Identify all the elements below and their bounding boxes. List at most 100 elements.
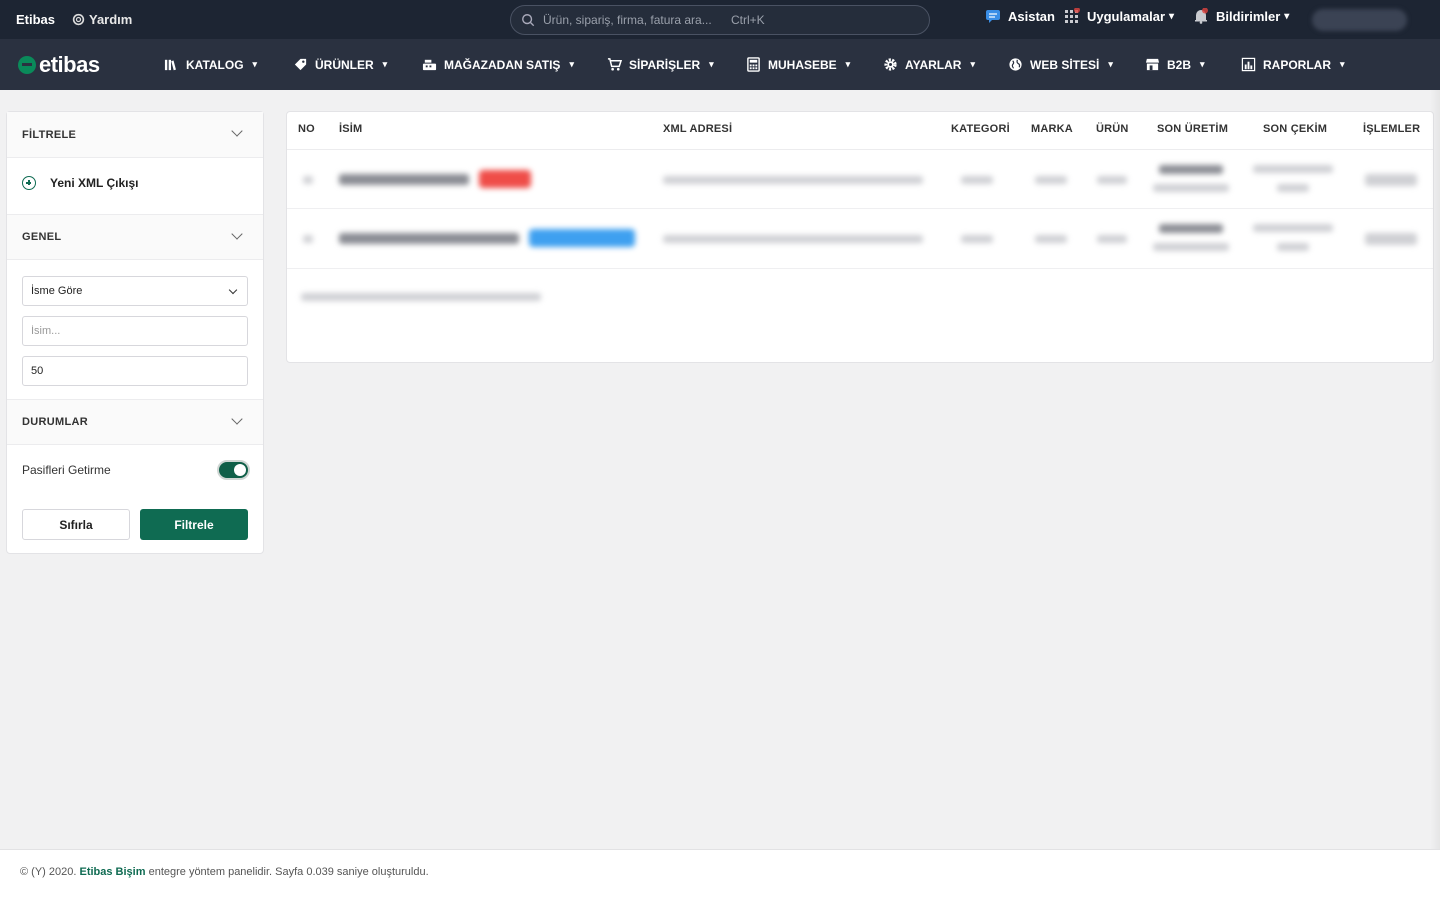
- limit-input[interactable]: [22, 356, 248, 386]
- lifebuoy-icon: [72, 13, 85, 26]
- nav-urunler[interactable]: ÜRÜNLER ▾: [293, 57, 387, 72]
- nav-katalog[interactable]: KATALOG ▾: [164, 57, 257, 72]
- chevron-down-icon: [231, 413, 243, 425]
- row-last-generation-sub: [1153, 184, 1229, 192]
- brand-link[interactable]: Etibas: [16, 12, 55, 27]
- exclude-passive-toggle[interactable]: [217, 460, 250, 480]
- chevron-down-icon: ▾: [1169, 10, 1175, 22]
- books-icon: [164, 59, 176, 71]
- search-input[interactable]: [543, 13, 743, 27]
- chevron-down-icon: [231, 228, 243, 240]
- globe-icon: [1009, 58, 1022, 71]
- filter-button[interactable]: Filtrele: [140, 509, 248, 540]
- chevron-down-icon: [228, 285, 238, 295]
- chevron-down-icon: ▾: [709, 59, 714, 69]
- apps-menu[interactable]: Uygulamalar ▾: [1064, 8, 1174, 24]
- chevron-down-icon: ▾: [1200, 59, 1205, 69]
- nav-siparisler[interactable]: SİPARİŞLER ▾: [607, 57, 714, 72]
- nav-b2b[interactable]: B2B ▾: [1145, 57, 1205, 72]
- chevron-down-icon: ▾: [569, 59, 574, 69]
- column-header-name[interactable]: İSİM: [339, 123, 362, 135]
- footer-text: © (Y) 2020. Etibas Bişim entegre yöntem …: [20, 866, 429, 878]
- search-shortcut: Ctrl+K: [731, 13, 765, 27]
- search-icon: [522, 14, 535, 27]
- logo-text: etibas: [39, 52, 100, 77]
- user-menu[interactable]: [1312, 9, 1407, 31]
- plus-circle-icon: [22, 176, 36, 190]
- column-header-xml[interactable]: XML ADRESİ: [663, 123, 732, 135]
- tag-icon: [294, 58, 307, 71]
- row-xml-url[interactable]: [663, 235, 923, 243]
- logo-mark-icon: [18, 56, 36, 74]
- nav-label: AYARLAR: [905, 57, 962, 72]
- nav-raporlar[interactable]: RAPORLAR ▾: [1241, 57, 1345, 72]
- filter-section-header[interactable]: FİLTRELE: [7, 112, 263, 158]
- row-xml-url[interactable]: [663, 176, 923, 184]
- global-search[interactable]: Ctrl+K: [510, 5, 930, 35]
- top-bar: Etibas Yardım Ctrl+K Asistan Uygulamalar…: [0, 0, 1440, 39]
- row-number: [303, 176, 313, 184]
- footer: © (Y) 2020. Etibas Bişim entegre yöntem …: [0, 850, 1440, 900]
- row-last-fetch: [1253, 165, 1333, 173]
- asistan-button[interactable]: Asistan: [985, 8, 1055, 24]
- row-category: [961, 235, 993, 243]
- new-xml-output-button[interactable]: Yeni XML Çıkışı: [22, 176, 138, 190]
- logo[interactable]: etibas: [18, 52, 100, 78]
- chevron-down-icon: [231, 125, 243, 137]
- help-label: Yardım: [89, 12, 133, 27]
- new-xml-label: Yeni XML Çıkışı: [50, 176, 139, 190]
- exclude-passive-label: Pasifleri Getirme: [22, 463, 111, 477]
- chevron-down-icon: ▾: [1284, 10, 1290, 22]
- store-icon: [1145, 58, 1160, 71]
- footer-company-link[interactable]: Etibas Bişim: [79, 866, 145, 878]
- column-header-last-fetch[interactable]: SON ÇEKİM: [1263, 123, 1327, 135]
- column-header-category[interactable]: KATEGORİ: [951, 123, 1010, 135]
- chevron-down-icon: ▾: [382, 59, 388, 69]
- nav-magazadan-satis[interactable]: MAĞAZADAN SATIŞ ▾: [422, 57, 574, 72]
- row-name[interactable]: [339, 233, 519, 244]
- table-header-divider: [287, 149, 1433, 150]
- status-badge: [529, 229, 635, 247]
- row-name[interactable]: [339, 174, 469, 185]
- column-header-product[interactable]: ÜRÜN: [1096, 123, 1129, 135]
- notifications-menu[interactable]: Bildirimler ▾: [1193, 8, 1289, 24]
- chevron-down-icon: ▾: [970, 59, 975, 69]
- chart-icon: [1241, 57, 1256, 72]
- page-edge-shadow: [1430, 90, 1440, 900]
- pagination-info: [301, 293, 541, 301]
- cart-icon: [607, 58, 622, 71]
- filter-title: FİLTRELE: [22, 128, 77, 141]
- nav-ayarlar[interactable]: AYARLAR ▾: [883, 57, 975, 72]
- nav-web-sitesi[interactable]: WEB SİTESİ ▾: [1008, 57, 1113, 72]
- column-header-actions[interactable]: İŞLEMLER: [1363, 123, 1420, 135]
- calculator-icon: [747, 57, 760, 72]
- column-header-brand[interactable]: MARKA: [1031, 123, 1073, 135]
- chat-icon: [986, 10, 1000, 23]
- nav-muhasebe[interactable]: MUHASEBE ▾: [746, 57, 850, 72]
- row-last-fetch: [1253, 224, 1333, 232]
- statuses-section-header[interactable]: DURUMLAR: [7, 399, 263, 445]
- sort-select[interactable]: İsme Göre: [22, 276, 248, 306]
- help-link[interactable]: Yardım: [72, 12, 132, 27]
- chevron-down-icon: ▾: [252, 59, 258, 69]
- chevron-down-icon: ▾: [1108, 59, 1113, 69]
- name-filter-input[interactable]: [22, 316, 248, 346]
- reset-button[interactable]: Sıfırla: [22, 509, 130, 540]
- gear-icon: [884, 58, 897, 71]
- nav-label: B2B: [1167, 57, 1192, 72]
- general-section-header[interactable]: GENEL: [7, 214, 263, 260]
- chevron-down-icon: ▾: [1340, 59, 1345, 69]
- status-badge: [479, 170, 531, 188]
- nav-label: MAĞAZADAN SATIŞ: [444, 57, 561, 72]
- row-divider: [287, 208, 1433, 209]
- column-header-no[interactable]: NO: [298, 123, 315, 135]
- asistan-label: Asistan: [1008, 8, 1055, 24]
- row-actions[interactable]: [1365, 174, 1417, 186]
- row-category: [961, 176, 993, 184]
- footer-suffix: entegre yöntem panelidir. Sayfa 0.039 sa…: [148, 866, 429, 878]
- sort-value: İsme Göre: [31, 285, 83, 297]
- bell-icon: [1195, 8, 1208, 24]
- row-actions[interactable]: [1365, 233, 1417, 245]
- row-last-fetch-sub: [1277, 243, 1309, 251]
- column-header-last-generation[interactable]: SON ÜRETİM: [1157, 123, 1228, 135]
